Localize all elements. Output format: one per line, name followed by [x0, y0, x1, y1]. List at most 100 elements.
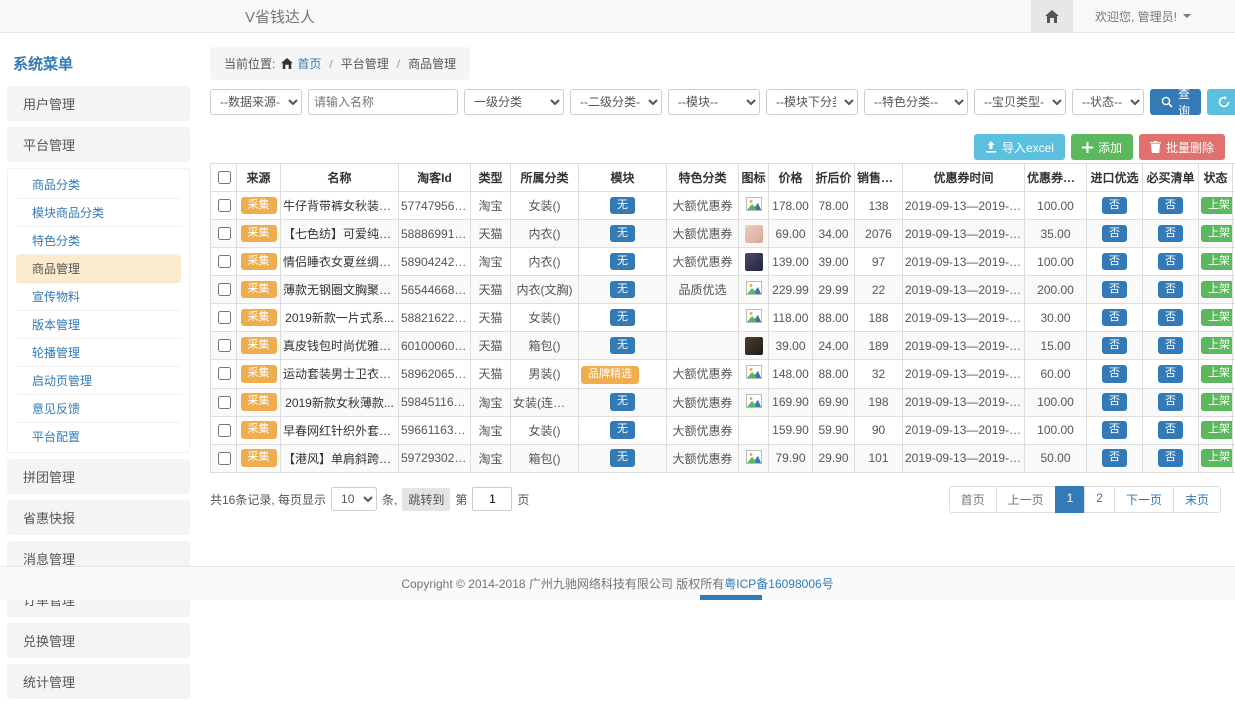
status-badge[interactable]: 上架 [1201, 421, 1233, 439]
price-cell: 69.00 [769, 220, 813, 248]
row-checkbox[interactable] [218, 227, 231, 240]
status-badge[interactable]: 上架 [1201, 281, 1233, 299]
filter-select[interactable]: --宝贝类型-- [974, 89, 1066, 115]
filter-select[interactable]: --状态-- [1072, 89, 1144, 115]
icp-link[interactable]: 粤ICP备16098006号 [724, 575, 833, 592]
sidebar-item[interactable]: 轮播管理 [16, 339, 181, 367]
row-checkbox[interactable] [218, 199, 231, 212]
sidebar-group-header[interactable]: 统计管理 [7, 664, 190, 699]
must-buy-badge[interactable]: 否 [1158, 393, 1183, 411]
import-select-badge[interactable]: 否 [1102, 365, 1127, 383]
sidebar-item[interactable]: 特色分类 [16, 227, 181, 255]
status-badge[interactable]: 上架 [1201, 449, 1233, 467]
import-select-badge[interactable]: 否 [1102, 309, 1127, 327]
status-badge[interactable]: 上架 [1201, 253, 1233, 271]
must-buy-cell: 否 [1143, 192, 1199, 220]
filter-select[interactable]: 一级分类 [464, 89, 564, 115]
select-all-checkbox[interactable] [218, 171, 231, 184]
must-buy-badge[interactable]: 否 [1158, 337, 1183, 355]
page-button[interactable]: 2 [1084, 486, 1115, 513]
reset-button[interactable]: 重置 [1207, 89, 1235, 115]
sidebar-item[interactable]: 宣传物料 [16, 283, 181, 311]
must-buy-badge[interactable]: 否 [1158, 309, 1183, 327]
sidebar-group-header[interactable]: 兑换管理 [7, 623, 190, 658]
must-buy-badge[interactable]: 否 [1158, 281, 1183, 299]
home-button[interactable] [1031, 0, 1073, 32]
page-button[interactable]: 下一页 [1114, 486, 1174, 513]
sidebar-item[interactable]: 商品管理 [16, 255, 181, 283]
row-checkbox[interactable] [218, 255, 231, 268]
filter-select[interactable]: --模块下分类-- [766, 89, 858, 115]
module-cell: 无 [579, 192, 667, 220]
page-button[interactable]: 上一页 [996, 486, 1056, 513]
row-checkbox[interactable] [218, 452, 231, 465]
import-excel-button[interactable]: 导入excel [974, 134, 1065, 160]
sidebar: 系统菜单 用户管理平台管理商品分类模块商品分类特色分类商品管理宣传物料版本管理轮… [7, 45, 190, 705]
sidebar-item[interactable]: 平台配置 [16, 423, 181, 450]
sales-count-cell: 138 [855, 192, 903, 220]
sidebar-item[interactable]: 版本管理 [16, 311, 181, 339]
sidebar-group-header[interactable]: 用户管理 [7, 86, 190, 121]
sidebar-item[interactable]: 商品分类 [16, 171, 181, 199]
status-badge[interactable]: 上架 [1201, 393, 1233, 411]
filter-select[interactable]: --模块-- [668, 89, 760, 115]
coupon-amount-cell: 50.00 [1025, 444, 1087, 472]
jump-page-input[interactable] [472, 487, 512, 511]
price-cell: 79.90 [769, 444, 813, 472]
sidebar-group-header[interactable]: 拼团管理 [7, 459, 190, 494]
product-image-icon [746, 309, 762, 323]
status-badge[interactable]: 上架 [1201, 309, 1233, 327]
add-button[interactable]: 添加 [1071, 134, 1133, 160]
name-search-input[interactable] [308, 89, 458, 115]
page-button[interactable]: 首页 [949, 486, 997, 513]
user-menu[interactable]: 欢迎您, 管理员! [1073, 0, 1235, 32]
batch-delete-button[interactable]: 批量删除 [1139, 134, 1225, 160]
source-cell: 采集 [237, 248, 281, 276]
import-select-badge[interactable]: 否 [1102, 253, 1127, 271]
import-select-badge[interactable]: 否 [1102, 393, 1127, 411]
type-cell: 淘宝 [471, 444, 511, 472]
import-select-badge[interactable]: 否 [1102, 449, 1127, 467]
row-checkbox[interactable] [218, 283, 231, 296]
page-button[interactable]: 1 [1055, 486, 1086, 513]
sidebar-item[interactable]: 启动页管理 [16, 367, 181, 395]
sidebar-submenu: 商品分类模块商品分类特色分类商品管理宣传物料版本管理轮播管理启动页管理意见反馈平… [7, 168, 190, 453]
pagination-info: 共16条记录, 每页显示 10 条, 跳转到 第 页 [210, 487, 529, 511]
source-cell: 采集 [237, 388, 281, 416]
must-buy-badge[interactable]: 否 [1158, 225, 1183, 243]
page-button[interactable]: 末页 [1173, 486, 1221, 513]
status-badge[interactable]: 上架 [1201, 337, 1233, 355]
import-select-badge[interactable]: 否 [1102, 225, 1127, 243]
sidebar-item[interactable]: 意见反馈 [16, 395, 181, 423]
row-checkbox[interactable] [218, 311, 231, 324]
must-buy-badge[interactable]: 否 [1158, 253, 1183, 271]
type-cell: 天猫 [471, 220, 511, 248]
sidebar-group-header[interactable]: 平台管理 [7, 127, 190, 162]
status-badge[interactable]: 上架 [1201, 197, 1233, 215]
search-button[interactable]: 查询 [1150, 89, 1201, 115]
must-buy-badge[interactable]: 否 [1158, 449, 1183, 467]
must-buy-badge[interactable]: 否 [1158, 365, 1183, 383]
import-select-badge[interactable]: 否 [1102, 281, 1127, 299]
table-row: 采集2019新款女秋薄款...598451162391淘宝女装(连衣裙)无大额优… [211, 388, 1235, 416]
must-buy-badge[interactable]: 否 [1158, 197, 1183, 215]
per-page-select[interactable]: 10 [331, 487, 377, 511]
row-checkbox[interactable] [218, 424, 231, 437]
sidebar-group-header[interactable]: 省惠快报 [7, 500, 190, 535]
import-select-badge[interactable]: 否 [1102, 337, 1127, 355]
product-name-cell: 2019新款一片式系... [281, 304, 399, 332]
import-select-badge[interactable]: 否 [1102, 421, 1127, 439]
filter-select[interactable]: --数据来源-- [210, 89, 302, 115]
sidebar-item[interactable]: 模块商品分类 [16, 199, 181, 227]
status-badge[interactable]: 上架 [1201, 365, 1233, 383]
import-select-badge[interactable]: 否 [1102, 197, 1127, 215]
row-checkbox[interactable] [218, 339, 231, 352]
row-checkbox[interactable] [218, 367, 231, 380]
row-checkbox[interactable] [218, 396, 231, 409]
breadcrumb-home-link[interactable]: 首页 [297, 55, 321, 72]
source-badge: 采集 [241, 225, 277, 243]
filter-select[interactable]: --二级分类-- [570, 89, 662, 115]
must-buy-badge[interactable]: 否 [1158, 421, 1183, 439]
status-badge[interactable]: 上架 [1201, 225, 1233, 243]
filter-select[interactable]: --特色分类-- [864, 89, 968, 115]
